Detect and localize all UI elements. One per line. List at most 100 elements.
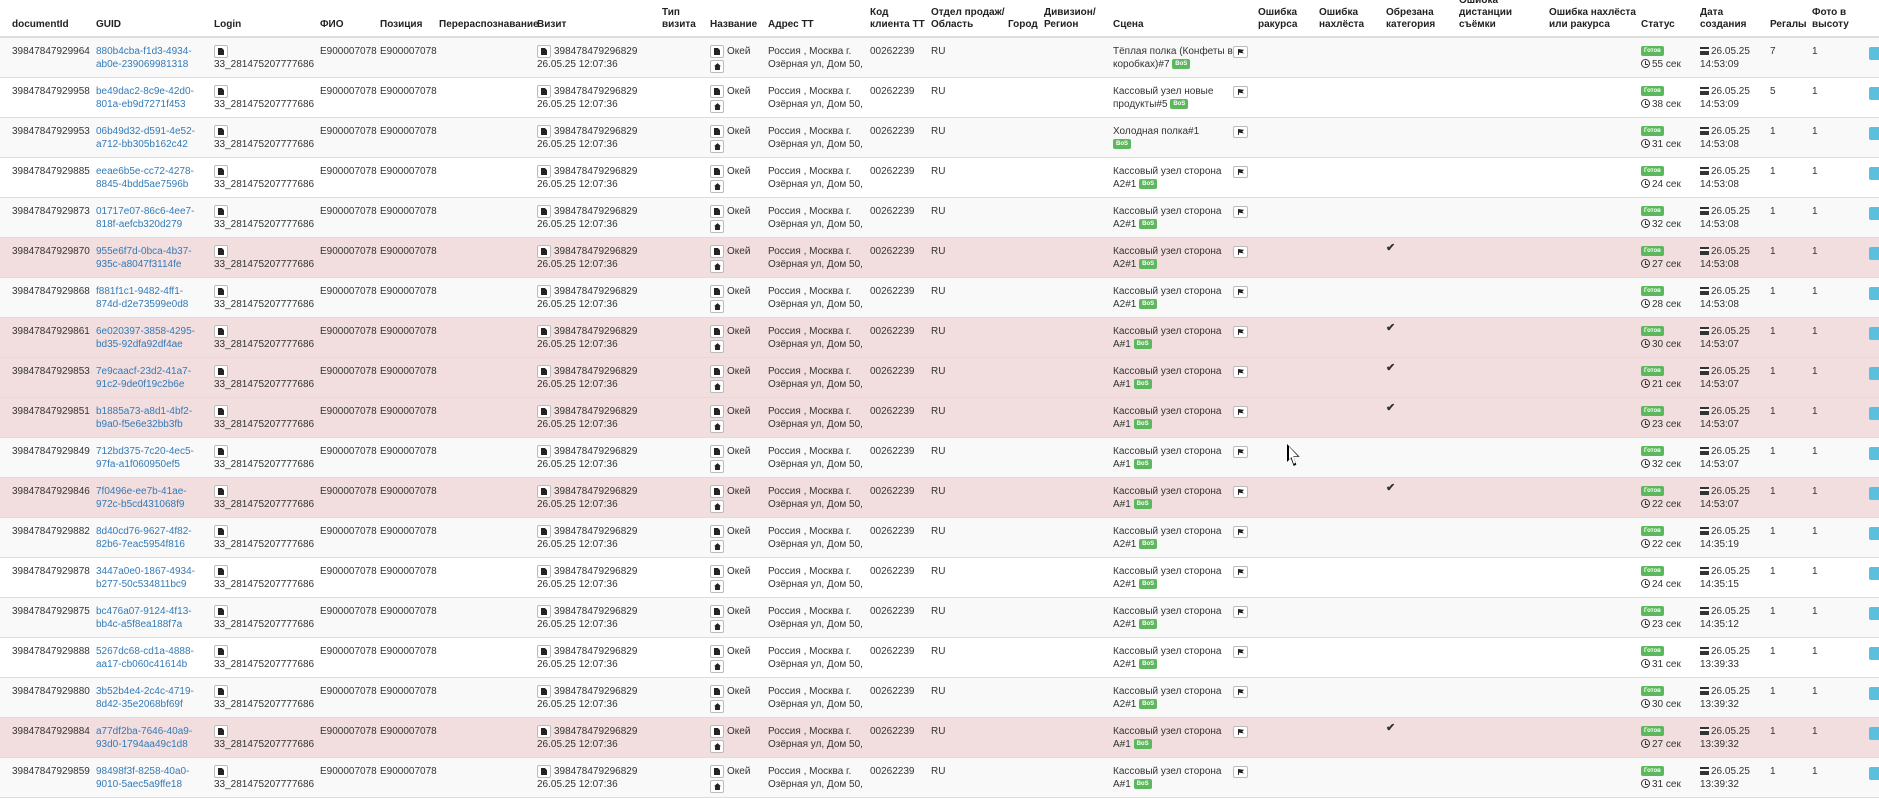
flag-icon[interactable] [1233, 366, 1248, 378]
guid-link[interactable]: 5267dc68-cd1a-4888-aa17-cb060c41614b [96, 645, 208, 671]
home-icon[interactable] [710, 100, 724, 114]
search-icon[interactable] [1869, 367, 1879, 380]
table-row[interactable]: 39847847929964 880b4cba-f1d3-4934-ab0e-2… [0, 38, 1879, 78]
col-redistribution[interactable]: Перераспознавание [439, 0, 539, 36]
search-icon[interactable] [1869, 687, 1879, 700]
table-row[interactable]: 39847847929870 955e6f7d-0bca-4b37-935c-a… [0, 238, 1879, 278]
document-icon[interactable] [214, 125, 228, 138]
col-angle-error[interactable]: Ошибка ракурса [1258, 0, 1313, 36]
flag-icon[interactable] [1233, 166, 1248, 178]
document-icon[interactable] [537, 405, 551, 418]
col-position[interactable]: Позиция [380, 0, 422, 36]
home-icon[interactable] [710, 220, 724, 234]
home-icon[interactable] [710, 700, 724, 714]
document-icon[interactable] [214, 45, 228, 58]
home-icon[interactable] [710, 660, 724, 674]
document-icon[interactable] [710, 765, 724, 778]
flag-icon[interactable] [1233, 326, 1248, 338]
document-icon[interactable] [537, 85, 551, 98]
home-icon[interactable] [710, 60, 724, 74]
table-row[interactable]: 39847847929853 7e9caacf-23d2-41a7-91c2-9… [0, 358, 1879, 398]
document-icon[interactable] [537, 445, 551, 458]
document-icon[interactable] [710, 605, 724, 618]
document-icon[interactable] [710, 405, 724, 418]
search-icon[interactable] [1869, 47, 1879, 60]
document-icon[interactable] [537, 245, 551, 258]
document-icon[interactable] [537, 765, 551, 778]
document-icon[interactable] [214, 445, 228, 458]
guid-link[interactable]: 98498f3f-8258-40a0-9010-5aec5a9ffe18 [96, 765, 208, 791]
home-icon[interactable] [710, 540, 724, 554]
search-icon[interactable] [1869, 247, 1879, 260]
search-icon[interactable] [1869, 487, 1879, 500]
flag-icon[interactable] [1233, 86, 1248, 98]
document-icon[interactable] [214, 525, 228, 538]
search-icon[interactable] [1869, 767, 1879, 780]
document-icon[interactable] [710, 645, 724, 658]
guid-link[interactable]: b1885a73-a8d1-4bf2-b9a0-f5e6e32bb3fb [96, 405, 208, 431]
document-icon[interactable] [214, 205, 228, 218]
document-icon[interactable] [710, 685, 724, 698]
search-icon[interactable] [1869, 727, 1879, 740]
search-icon[interactable] [1869, 607, 1879, 620]
col-client-code[interactable]: Код клиента ТТ [870, 0, 930, 36]
table-row[interactable]: 39847847929849 712bd375-7c20-4ec5-97fa-a… [0, 438, 1879, 478]
document-icon[interactable] [214, 765, 228, 778]
home-icon[interactable] [710, 580, 724, 594]
home-icon[interactable] [710, 740, 724, 754]
guid-link[interactable]: eeae6b5e-cc72-4278-8845-4bdd5ae7596b [96, 165, 208, 191]
document-icon[interactable] [537, 645, 551, 658]
table-row[interactable]: 39847847929882 8d40cd76-9627-4f82-82b6-7… [0, 518, 1879, 558]
document-icon[interactable] [214, 645, 228, 658]
col-documentid[interactable]: documentId [12, 0, 69, 36]
document-icon[interactable] [214, 285, 228, 298]
guid-link[interactable]: 955e6f7d-0bca-4b37-935c-a8047f3114fe [96, 245, 208, 271]
document-icon[interactable] [537, 285, 551, 298]
table-row[interactable]: 39847847929958 be49dac2-8c9e-42d0-801a-e… [0, 78, 1879, 118]
table-row[interactable]: 39847847929846 7f0496e-ee7b-41ae-972c-b5… [0, 478, 1879, 518]
flag-icon[interactable] [1233, 206, 1248, 218]
table-row[interactable]: 39847847929885 eeae6b5e-cc72-4278-8845-4… [0, 158, 1879, 198]
document-icon[interactable] [537, 725, 551, 738]
search-icon[interactable] [1869, 127, 1879, 140]
home-icon[interactable] [710, 500, 724, 514]
document-icon[interactable] [710, 445, 724, 458]
table-row[interactable]: 39847847929851 b1885a73-a8d1-4bf2-b9a0-f… [0, 398, 1879, 438]
col-scene[interactable]: Сцена [1113, 0, 1144, 36]
search-icon[interactable] [1869, 207, 1879, 220]
search-icon[interactable] [1869, 567, 1879, 580]
document-icon[interactable] [214, 325, 228, 338]
document-icon[interactable] [537, 165, 551, 178]
col-overlap-error[interactable]: Ошибка нахлёста [1319, 0, 1374, 36]
guid-link[interactable]: 880b4cba-f1d3-4934-ab0e-239069981318 [96, 45, 208, 71]
document-icon[interactable] [710, 205, 724, 218]
col-cut-category[interactable]: Обрезана категория [1386, 0, 1446, 36]
table-row[interactable]: 39847847929884 a77df2ba-7646-40a9-93d0-1… [0, 718, 1879, 758]
document-icon[interactable] [214, 245, 228, 258]
document-icon[interactable] [710, 165, 724, 178]
col-fio[interactable]: ФИО [320, 0, 344, 36]
guid-link[interactable]: 01717e07-86c6-4ee7-818f-aefcb320d279 [96, 205, 208, 231]
home-icon[interactable] [710, 260, 724, 274]
document-icon[interactable] [214, 605, 228, 618]
table-row[interactable]: 39847847929880 3b52b4e4-2c4c-4719-8d42-3… [0, 678, 1879, 718]
home-icon[interactable] [710, 460, 724, 474]
col-visit[interactable]: Визит [537, 0, 566, 36]
col-distance-error[interactable]: Ошибка дистанции съёмки [1459, 0, 1534, 36]
col-sales-dept[interactable]: Отдел продаж/ Область [931, 0, 1005, 36]
guid-link[interactable]: 3447a0e0-1867-4934-b277-50c534811bc9 [96, 565, 208, 591]
document-icon[interactable] [537, 205, 551, 218]
document-icon[interactable] [214, 405, 228, 418]
document-icon[interactable] [537, 45, 551, 58]
table-row[interactable]: 39847847929875 bc476a07-9124-4f13-bb4c-a… [0, 598, 1879, 638]
document-icon[interactable] [537, 565, 551, 578]
document-icon[interactable] [710, 365, 724, 378]
document-icon[interactable] [537, 685, 551, 698]
document-icon[interactable] [214, 565, 228, 578]
col-address[interactable]: Адрес ТТ [768, 0, 814, 36]
guid-link[interactable]: a77df2ba-7646-40a9-93d0-1794aa49c1d8 [96, 725, 208, 751]
guid-link[interactable]: 712bd375-7c20-4ec5-97fa-a1f060950ef5 [96, 445, 208, 471]
col-overlap-angle-error[interactable]: Ошибка нахлёста или ракурса [1549, 0, 1637, 36]
document-icon[interactable] [710, 525, 724, 538]
document-icon[interactable] [710, 45, 724, 58]
